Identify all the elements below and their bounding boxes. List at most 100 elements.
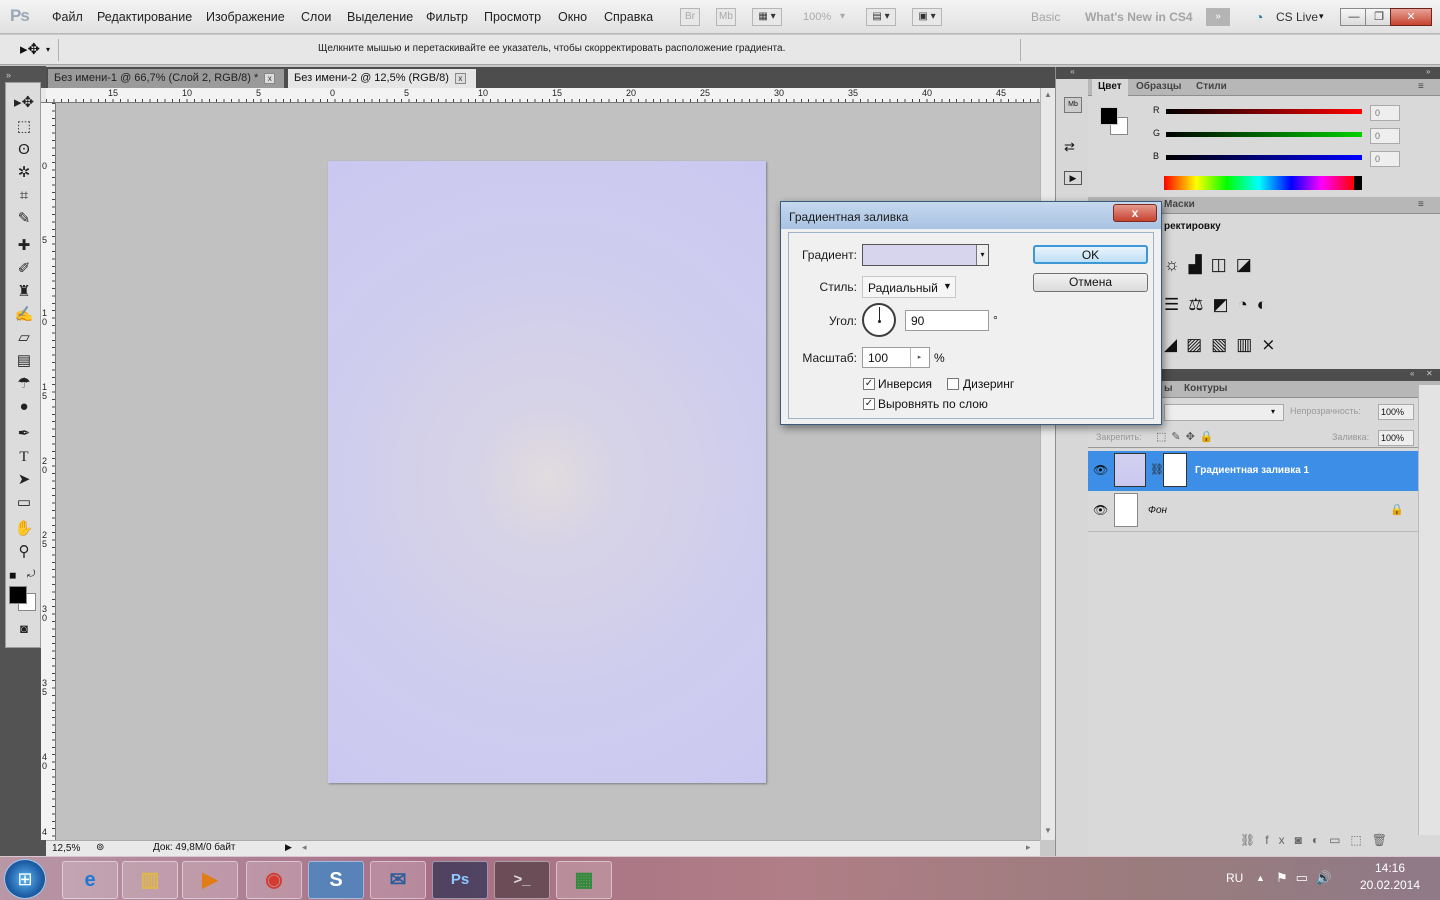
more-workspaces-icon[interactable]: »	[1206, 8, 1230, 26]
taskbar-app-calculator[interactable]: ▦	[556, 861, 612, 899]
preset-chevron-icon[interactable]: ▾	[46, 45, 50, 54]
zoom-tool-icon[interactable]: ⚲	[12, 542, 36, 562]
adjustment-icons-row-3[interactable]: ◢▨▧▥⨯	[1164, 335, 1285, 355]
taskbar-app-chrome[interactable]: ◉	[246, 861, 302, 899]
layer-name[interactable]: Градиентная заливка 1	[1195, 465, 1309, 476]
close-tab-icon[interactable]: x	[454, 72, 466, 84]
r-slider[interactable]	[1166, 109, 1362, 114]
tab-document-1[interactable]: Без имени-1 @ 66,7% (Слой 2, RGB/8) * x	[48, 69, 284, 88]
stamp-tool-icon[interactable]: ♜	[12, 282, 36, 302]
layers-footer-icons[interactable]: ⛓fx◙◐▭⬚🗑	[1240, 833, 1397, 847]
move-tool-preset-icon[interactable]: ▸✥	[20, 40, 40, 58]
fill-field[interactable]: 100%	[1378, 430, 1414, 446]
swap-colors-icon[interactable]: ⤾	[27, 569, 35, 580]
workspace-basic[interactable]: Basic	[1031, 10, 1060, 24]
lock-icons[interactable]: ⬚✎✥🔒	[1156, 430, 1219, 443]
eraser-tool-icon[interactable]: ▱	[12, 328, 36, 348]
adjustment-icons-row-2[interactable]: ☰⚖◩◔◐	[1164, 295, 1276, 315]
menu-window[interactable]: Окно	[558, 10, 587, 24]
actions-panel-icon[interactable]: ▶	[1064, 171, 1082, 185]
history-brush-icon[interactable]: ✍	[12, 305, 36, 325]
type-tool-icon[interactable]: T	[12, 447, 36, 467]
menu-select[interactable]: Выделение	[347, 10, 413, 24]
minimize-button[interactable]: —	[1340, 8, 1368, 26]
start-button[interactable]: ⊞	[4, 859, 46, 899]
move-tool-icon[interactable]: ▸✥	[12, 93, 36, 113]
zoom-chevron-icon[interactable]: ▾	[840, 11, 845, 22]
tab-channels[interactable]: ы	[1164, 383, 1173, 394]
system-clock[interactable]: 14:16 20.02.2014	[1350, 860, 1430, 894]
tab-masks[interactable]: Маски	[1164, 199, 1195, 210]
path-selection-icon[interactable]: ➤	[12, 470, 36, 490]
panel-menu-icon[interactable]: ≡	[1418, 199, 1424, 210]
b-slider[interactable]	[1166, 155, 1362, 160]
tray-icons[interactable]: ⚑▭🔊	[1276, 870, 1340, 886]
language-indicator[interactable]: RU	[1226, 871, 1243, 885]
minibridge-button[interactable]: Mb	[716, 8, 736, 26]
tab-document-2[interactable]: Без имени-2 @ 12,5% (RGB/8) x	[288, 69, 476, 88]
expand-dock-icon[interactable]: »	[1426, 67, 1430, 76]
arrange-documents-button[interactable]: ▤ ▾	[866, 8, 896, 26]
dither-checkbox[interactable]	[947, 378, 959, 390]
fx-icon[interactable]: fx	[1265, 833, 1294, 847]
menu-view[interactable]: Просмотр	[484, 10, 541, 24]
crop-tool-icon[interactable]: ⌗	[12, 186, 36, 206]
scale-input[interactable]: 100 ▸	[862, 347, 930, 368]
collapse-tools-icon[interactable]: »	[6, 70, 11, 80]
bridge-button[interactable]: Br	[680, 8, 700, 26]
style-select[interactable]: Радиальный ▼	[862, 276, 956, 298]
collapse-layers-icon[interactable]: «	[1410, 369, 1414, 378]
default-colors-icon[interactable]: ◼	[9, 570, 16, 581]
menu-file[interactable]: Файл	[52, 10, 83, 24]
tab-color[interactable]: Цвет	[1098, 81, 1122, 92]
layer-row-background[interactable]: 👁 Фон 🔒	[1088, 491, 1418, 531]
close-button[interactable]: ✕	[1390, 8, 1432, 26]
close-layers-icon[interactable]: ✕	[1426, 369, 1433, 378]
menu-layers[interactable]: Слои	[301, 10, 331, 24]
restore-button[interactable]: ❐	[1365, 8, 1393, 26]
b-value[interactable]: 0	[1370, 151, 1400, 167]
angle-input[interactable]: 90	[905, 310, 989, 331]
tab-swatches[interactable]: Образцы	[1136, 81, 1181, 92]
history-panel-icon[interactable]: ⇄	[1064, 139, 1075, 155]
pen-tool-icon[interactable]: ✒	[12, 424, 36, 444]
invert-label[interactable]: Инверсия	[878, 377, 932, 391]
view-extras-button[interactable]: ▦ ▾	[752, 8, 782, 26]
status-info-icon[interactable]: ⊚	[96, 842, 104, 853]
scroll-down-icon[interactable]: ▼	[1044, 826, 1052, 835]
foreground-color-swatch[interactable]	[1100, 107, 1118, 125]
layer-name[interactable]: Фон	[1148, 505, 1167, 516]
blur-tool-icon[interactable]: ☂	[12, 374, 36, 394]
taskbar-app-thunderbird[interactable]: ✉	[370, 861, 426, 899]
opacity-field[interactable]: 100%	[1378, 404, 1414, 420]
taskbar-app-explorer[interactable]: ▥	[122, 861, 178, 899]
visibility-eye-icon[interactable]: 👁	[1093, 463, 1108, 477]
screen-mode-button[interactable]: ▣ ▾	[912, 8, 942, 26]
eyedropper-icon[interactable]: ✎	[12, 209, 36, 229]
minibridge-panel-icon[interactable]: Mb	[1064, 97, 1082, 113]
taskbar-app-photoshop[interactable]: Ps	[432, 861, 488, 899]
taskbar-app-console[interactable]: >_	[494, 861, 550, 899]
menu-help[interactable]: Справка	[604, 10, 653, 24]
g-slider[interactable]	[1166, 132, 1362, 137]
lasso-tool-icon[interactable]: ʘ	[12, 140, 36, 160]
cs-live-chevron-icon[interactable]: ▾	[1319, 11, 1324, 22]
document-canvas[interactable]	[328, 161, 766, 783]
gradient-picker[interactable]: ▾	[862, 244, 989, 266]
ok-button[interactable]: OK	[1033, 245, 1148, 264]
show-hidden-icons-icon[interactable]: ▲	[1256, 873, 1265, 883]
adjustment-icons-row-1[interactable]: ☼▟◫◪	[1164, 255, 1261, 275]
gradient-tool-icon[interactable]: ▤	[12, 351, 36, 371]
brush-tool-icon[interactable]: ✐	[12, 259, 36, 279]
menu-filter[interactable]: Фильтр	[426, 10, 468, 24]
chevron-down-icon[interactable]: ▾	[976, 245, 988, 265]
marquee-tool-icon[interactable]: ⬚	[12, 117, 36, 137]
align-with-layer-label[interactable]: Выровнять по слою	[878, 397, 988, 411]
panel-menu-icon[interactable]: ≡	[1418, 81, 1424, 92]
taskbar-app-ie[interactable]: e	[62, 861, 118, 899]
zoom-level[interactable]: 100%	[803, 11, 831, 23]
workspace-whats-new[interactable]: What's New in CS4	[1085, 10, 1193, 24]
layer-row-gradient-fill[interactable]: 👁 ⛓ Градиентная заливка 1	[1088, 451, 1418, 491]
dither-label[interactable]: Дизеринг	[963, 377, 1014, 391]
quick-mask-icon[interactable]: ◙	[12, 619, 36, 639]
